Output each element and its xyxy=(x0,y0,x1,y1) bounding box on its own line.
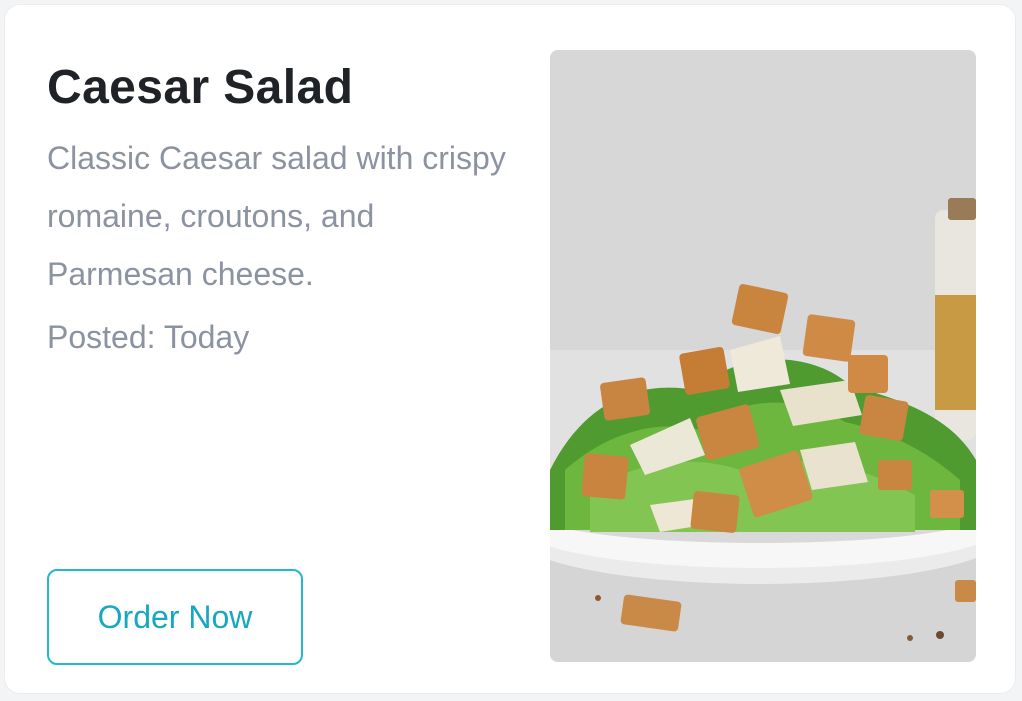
recipe-description: Classic Caesar salad with crispy romaine… xyxy=(47,140,506,292)
order-now-button[interactable]: Order Now xyxy=(47,569,303,665)
salad-photo xyxy=(550,50,976,662)
posted-date: Posted: Today xyxy=(47,319,250,355)
recipe-title: Caesar Salad xyxy=(47,61,354,114)
salad-illustration xyxy=(550,50,976,662)
card-content: Caesar Salad Classic Caesar salad with c… xyxy=(47,57,517,667)
recipe-card: Caesar Salad Classic Caesar salad with c… xyxy=(4,4,1016,694)
